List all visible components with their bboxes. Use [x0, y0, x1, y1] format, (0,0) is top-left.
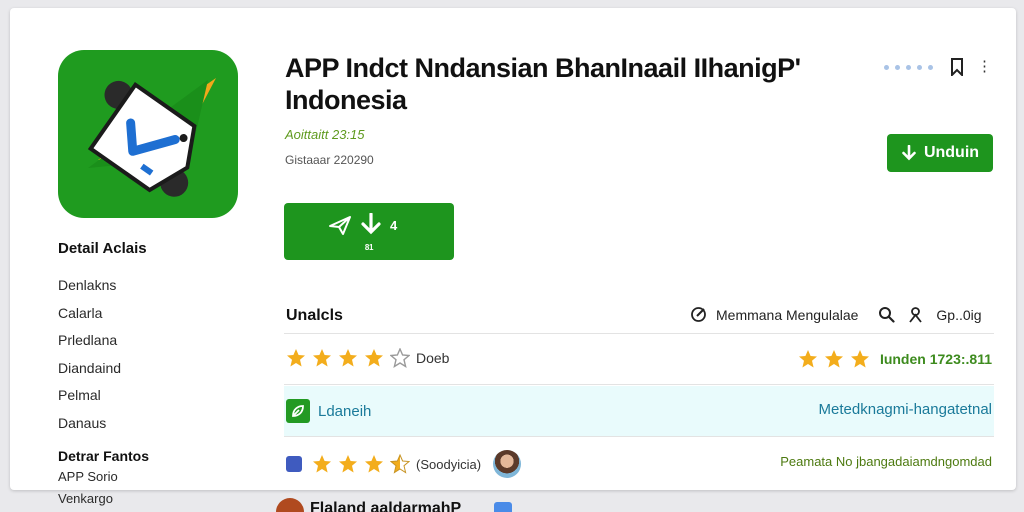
star-icon [798, 350, 817, 368]
divider [284, 384, 994, 385]
row-value: Metedknagmi-hangatetnal [818, 401, 992, 418]
edit-icon[interactable] [690, 306, 707, 323]
star-icon [339, 455, 357, 473]
leaf-icon [286, 399, 310, 423]
sidebar-item[interactable]: Diandaind [58, 359, 121, 387]
sidebar-item[interactable]: Denlakns [58, 276, 121, 304]
top-actions: ⋮ [884, 58, 992, 76]
sidebar-item[interactable]: Pelmal [58, 386, 121, 414]
next-item-peek: Flaland aaldarmahP [0, 490, 1024, 512]
star-icon [339, 349, 357, 367]
progress-dot [906, 64, 911, 70]
more-options-icon[interactable]: ⋮ [977, 59, 992, 74]
download-arrow-icon [902, 145, 916, 161]
star-icon [287, 349, 305, 367]
section-tools: Memmana Mengulalae Gp..0ig [690, 306, 982, 323]
section-tool-label[interactable]: Gp..0ig [936, 307, 981, 323]
row-label: (Soodyicia) [416, 456, 482, 472]
avatar [276, 498, 304, 512]
star-rating [286, 348, 410, 368]
download-arrow-icon [361, 213, 381, 235]
star-icon [824, 350, 843, 368]
download-button-label: Unduin [923, 144, 980, 161]
star-icon [850, 350, 869, 368]
app-badge-icon [286, 456, 302, 472]
star-half-icon [390, 454, 410, 474]
app-title: APP Indct Nndansian BhanInaail IIhanigP'… [285, 52, 845, 116]
download-button[interactable]: Unduin [887, 134, 993, 172]
row-value: Iunden 1723:.811 [879, 351, 992, 367]
divider [284, 333, 994, 334]
star-icon [365, 455, 383, 473]
row-label: Ldaneih [318, 402, 372, 420]
bookmark-icon[interactable] [949, 58, 965, 76]
app-meta: Gistaaar 220290 [285, 153, 374, 167]
row-value: Peamata No jbangadaiamdngomdad [780, 454, 992, 469]
install-button[interactable]: 4 81 [284, 203, 454, 260]
sidebar-item[interactable]: Prledlana [58, 331, 121, 359]
avatar[interactable] [493, 450, 522, 478]
star-outline-icon [390, 348, 410, 368]
progress-dot [884, 64, 889, 70]
section-tool-label[interactable]: Memmana Mengulalae [716, 307, 858, 323]
sidebar-list: Denlakns Calarla Prledlana Diandaind Pel… [58, 276, 121, 441]
star-icon [313, 349, 331, 367]
star-rating [312, 454, 410, 474]
app-icon [58, 50, 238, 218]
search-icon[interactable] [878, 306, 896, 323]
progress-dot [895, 64, 900, 70]
star-icon [365, 349, 383, 367]
row-label: Doeb [416, 350, 450, 366]
app-title-line1: APP Indct Nndansian BhanInaail IIhanigP' [285, 53, 801, 83]
star-rating [798, 349, 870, 369]
sidebar-item[interactable]: Danaus [58, 414, 121, 442]
highlighted-row[interactable]: Ldaneih Metedknagmi-hangatetnal [284, 386, 994, 436]
sidebar-title: Detail Aclais [58, 240, 147, 257]
app-title-line2: Indonesia [285, 85, 407, 115]
install-count: 4 [390, 217, 398, 233]
install-sub-label: 81 [364, 243, 374, 252]
sidebar-item[interactable]: APP Sorio [58, 468, 118, 490]
rating-summary: Aoittaitt 23:15 [285, 127, 365, 142]
progress-dot [917, 64, 922, 70]
section-heading: Unalcls [286, 307, 343, 324]
verified-badge-icon [494, 502, 512, 512]
rating-row[interactable]: Doeb Iunden 1723:.811 [284, 338, 994, 378]
send-icon [329, 216, 351, 235]
app-detail-card: APP Indct Nndansian BhanInaail IIhanigP'… [10, 8, 1016, 506]
progress-dot [928, 64, 933, 70]
rating-row[interactable]: (Soodyicia) Peamata No jbangadaiamdngomd… [284, 442, 994, 482]
next-item-title: Flaland aaldarmahP [310, 500, 462, 512]
divider [284, 436, 994, 437]
sidebar-subtitle: Detrar Fantos [58, 448, 150, 464]
share-icon[interactable] [907, 306, 924, 323]
sidebar-item[interactable]: Calarla [58, 304, 121, 332]
star-icon [313, 455, 331, 473]
